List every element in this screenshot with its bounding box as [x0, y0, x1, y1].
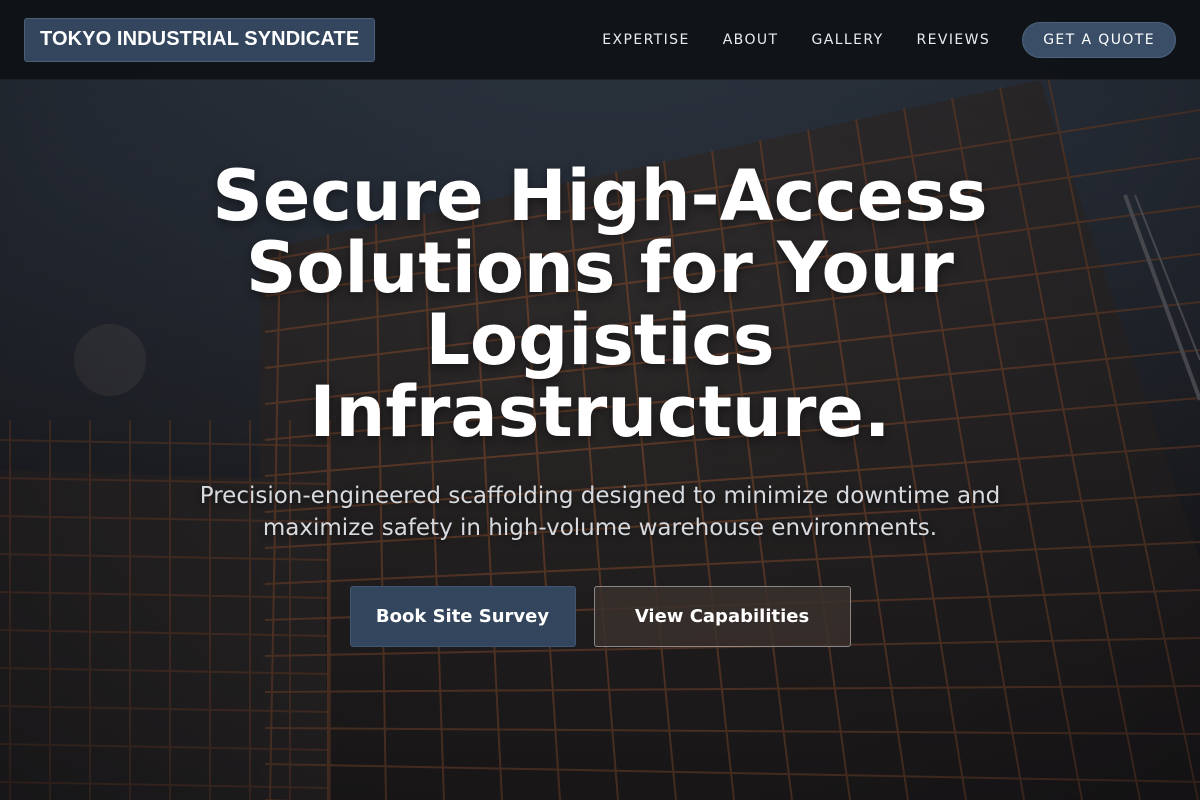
nav-gallery[interactable]: GALLERY [811, 32, 883, 48]
hero-actions: Book Site Survey View Capabilities [0, 586, 1200, 647]
hero-section: Secure High-Access Solutions for Your Lo… [0, 160, 1200, 647]
get-quote-button[interactable]: GET A QUOTE [1022, 21, 1176, 58]
hero-title: Secure High-Access Solutions for Your Lo… [212, 155, 988, 453]
book-site-survey-button[interactable]: Book Site Survey [349, 586, 576, 647]
nav-expertise[interactable]: EXPERTISE [602, 32, 689, 48]
view-capabilities-button[interactable]: View Capabilities [593, 586, 851, 647]
nav-about[interactable]: ABOUT [723, 32, 779, 48]
logo[interactable]: TOKYO INDUSTRIAL SYNDICATE [24, 17, 376, 62]
main-nav: EXPERTISE ABOUT GALLERY REVIEWS GET A QU… [602, 21, 1176, 58]
nav-reviews[interactable]: REVIEWS [917, 32, 991, 48]
hero-subtitle: Precision-engineered scaffolding designe… [199, 483, 1001, 541]
site-header: TOKYO INDUSTRIAL SYNDICATE EXPERTISE ABO… [0, 0, 1200, 80]
